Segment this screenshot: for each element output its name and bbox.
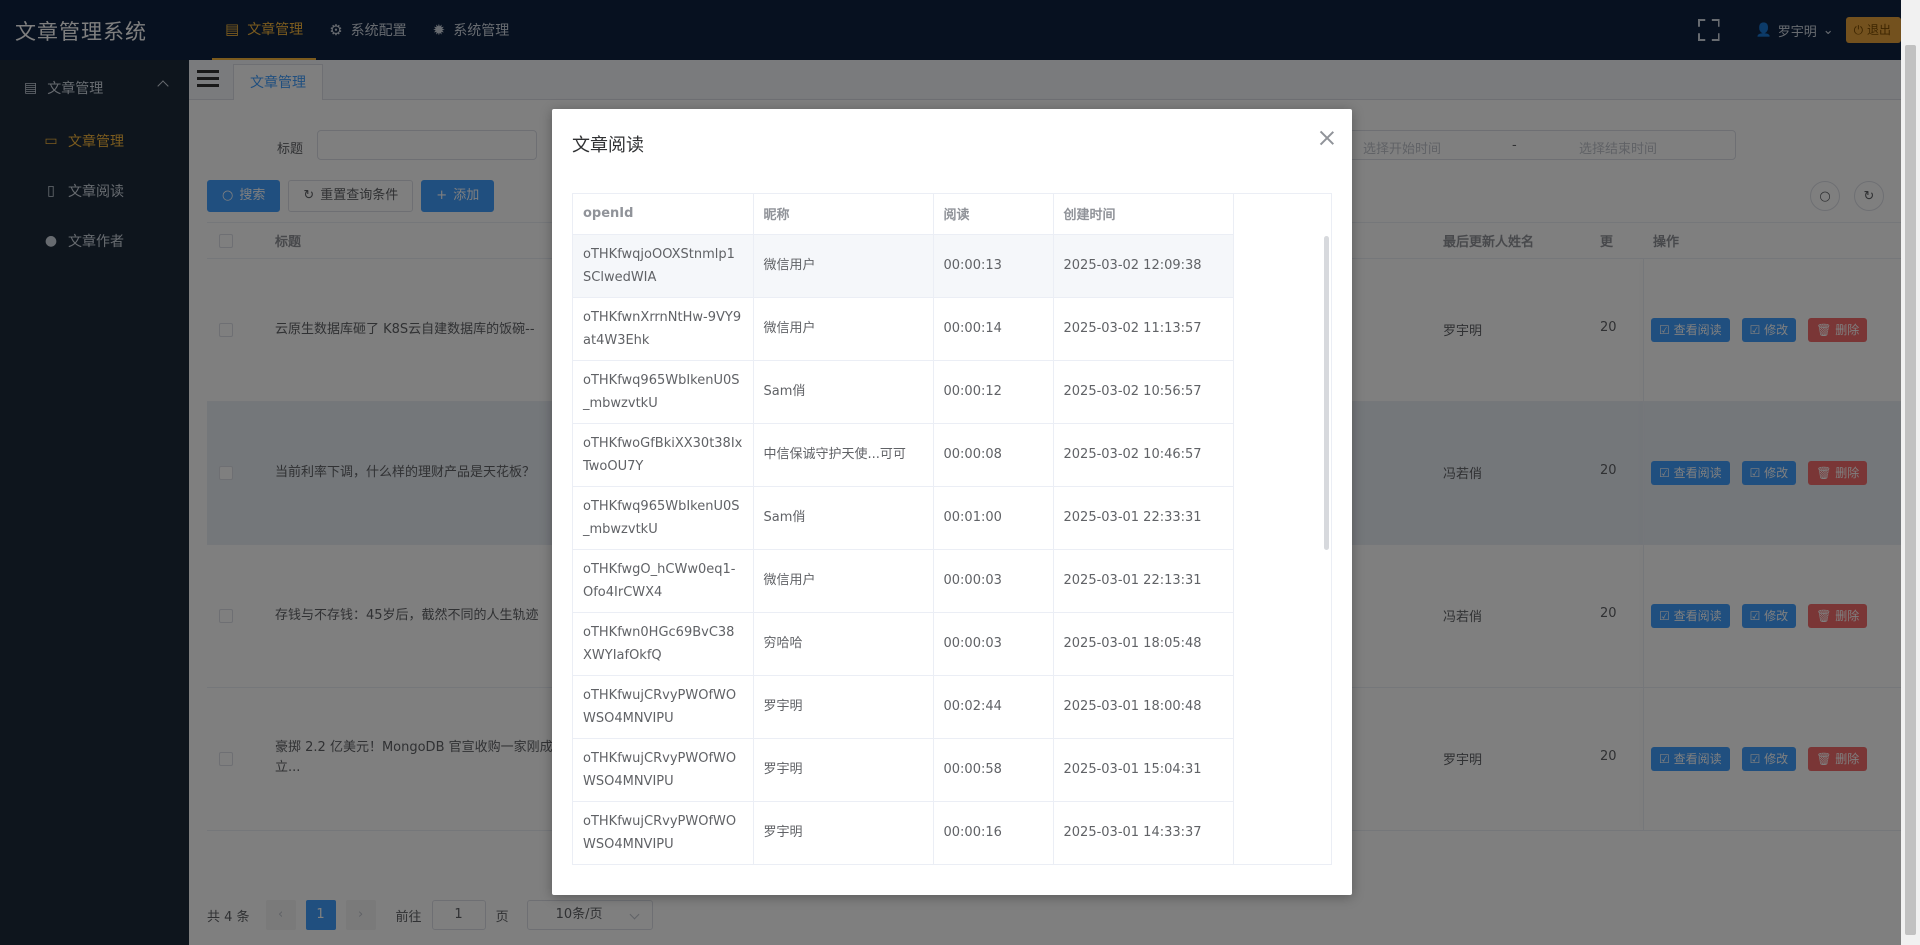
cell-nickname: 穷哈哈: [753, 612, 934, 676]
cell-openid: oTHKfwujCRvyPWOfWOWSO4MNVIPU: [573, 801, 754, 864]
cell-created: 2025-03-02 10:46:57: [1053, 423, 1234, 487]
cell-nickname: 微信用户: [753, 234, 934, 298]
table-row: oTHKfwujCRvyPWOfWOWSO4MNVIPU 罗宇明 00:00:16 2…: [573, 801, 1234, 864]
cell-created: 2025-03-01 15:04:31: [1053, 738, 1234, 802]
cell-nickname: 罗宇明: [753, 675, 934, 739]
read-table-header: openId 昵称 阅读 创建时间: [573, 194, 1234, 235]
cell-openid: oTHKfwq965WbIkenU0S_mbwzvtkU: [573, 360, 754, 424]
cell-openid: oTHKfwoGfBkiXX30t38IxTwoOU7Y: [573, 423, 754, 487]
table-row: oTHKfwqjoOOXStnmlp1SClwedWIA 微信用户 00:00:13…: [573, 234, 1234, 298]
article-read-dialog: 文章阅读 openId 昵称 阅读 创建时间 oTHKfwqjoOOXStnml…: [552, 109, 1352, 895]
cell-created: 2025-03-01 22:13:31: [1053, 549, 1234, 613]
cell-read: 00:00:08: [933, 423, 1054, 487]
cell-nickname: Sam俏: [753, 486, 934, 550]
table-row: oTHKfwgO_hCWw0eq1-Ofo4IrCWX4 微信用户 00:00:03…: [573, 549, 1234, 613]
table-row: oTHKfwq965WbIkenU0S_mbwzvtkU Sam俏 00:01:00…: [573, 486, 1234, 550]
dialog-title: 文章阅读: [572, 135, 644, 156]
cell-read: 00:01:00: [933, 486, 1054, 550]
col-read: 阅读: [933, 194, 1054, 235]
cell-nickname: 微信用户: [753, 297, 934, 361]
cell-created: 2025-03-01 18:00:48: [1053, 675, 1234, 739]
close-icon[interactable]: [1320, 131, 1334, 145]
cell-read: 00:00:14: [933, 297, 1054, 361]
cell-read: 00:00:12: [933, 360, 1054, 424]
page-scrollbar[interactable]: [1901, 0, 1920, 945]
cell-openid: oTHKfwujCRvyPWOfWOWSO4MNVIPU: [573, 675, 754, 739]
cell-openid: oTHKfwnXrrnNtHw-9VY9at4W3Ehk: [573, 297, 754, 361]
col-created: 创建时间: [1053, 194, 1234, 235]
page-scrollbar-thumb[interactable]: [1905, 45, 1916, 935]
cell-created: 2025-03-02 12:09:38: [1053, 234, 1234, 298]
cell-read: 00:00:03: [933, 612, 1054, 676]
cell-read: 00:00:03: [933, 549, 1054, 613]
read-table: openId 昵称 阅读 创建时间 oTHKfwqjoOOXStnmlp1SCl…: [572, 193, 1332, 865]
table-row: oTHKfwujCRvyPWOfWOWSO4MNVIPU 罗宇明 00:02:44 2…: [573, 675, 1234, 739]
cell-nickname: 罗宇明: [753, 738, 934, 802]
table-row: oTHKfwn0HGc69BvC38XWYIafOkfQ 穷哈哈 00:00:03 2…: [573, 612, 1234, 676]
table-row: oTHKfwq965WbIkenU0S_mbwzvtkU Sam俏 00:00:12…: [573, 360, 1234, 424]
cell-read: 00:00:13: [933, 234, 1054, 298]
cell-created: 2025-03-02 10:56:57: [1053, 360, 1234, 424]
cell-created: 2025-03-01 18:05:48: [1053, 612, 1234, 676]
cell-read: 00:00:16: [933, 801, 1054, 864]
cell-read: 00:00:58: [933, 738, 1054, 802]
cell-openid: oTHKfwq965WbIkenU0S_mbwzvtkU: [573, 486, 754, 550]
table-row: oTHKfwnXrrnNtHw-9VY9at4W3Ehk 微信用户 00:00:14…: [573, 297, 1234, 361]
cell-nickname: 微信用户: [753, 549, 934, 613]
cell-read: 00:02:44: [933, 675, 1054, 739]
cell-nickname: 罗宇明: [753, 801, 934, 864]
table-row: oTHKfwoGfBkiXX30t38IxTwoOU7Y 中信保诚守护天使...可…: [573, 423, 1234, 487]
cell-openid: oTHKfwujCRvyPWOfWOWSO4MNVIPU: [573, 738, 754, 802]
table-row: oTHKfwujCRvyPWOfWOWSO4MNVIPU 罗宇明 00:00:58 2…: [573, 738, 1234, 802]
cell-openid: oTHKfwqjoOOXStnmlp1SClwedWIA: [573, 234, 754, 298]
cell-created: 2025-03-01 14:33:37: [1053, 801, 1234, 864]
col-openid: openId: [573, 194, 754, 235]
cell-nickname: 中信保诚守护天使...可可: [753, 423, 934, 487]
dialog-scrollbar[interactable]: [1324, 236, 1329, 550]
cell-created: 2025-03-02 11:13:57: [1053, 297, 1234, 361]
cell-nickname: Sam俏: [753, 360, 934, 424]
cell-openid: oTHKfwgO_hCWw0eq1-Ofo4IrCWX4: [573, 549, 754, 613]
col-nickname: 昵称: [753, 194, 934, 235]
cell-created: 2025-03-01 22:33:31: [1053, 486, 1234, 550]
cell-openid: oTHKfwn0HGc69BvC38XWYIafOkfQ: [573, 612, 754, 676]
